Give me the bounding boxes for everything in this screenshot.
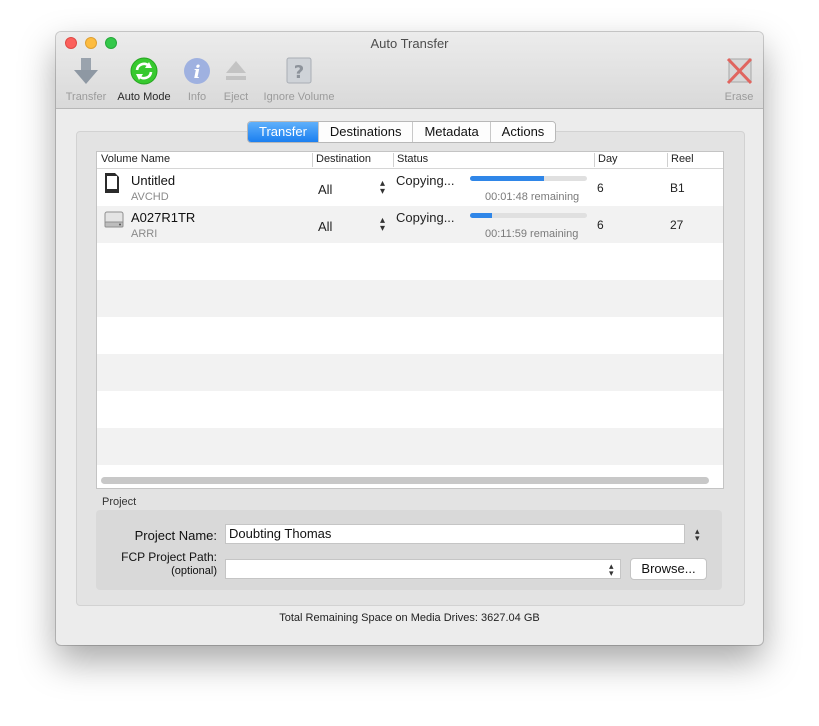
titlebar-toolbar: Auto Transfer Transfer Auto Mode i Info …	[56, 32, 763, 109]
destination-value[interactable]: All	[318, 182, 332, 197]
column-header-reel[interactable]: Reel	[671, 153, 694, 165]
column-header-volume-name[interactable]: Volume Name	[101, 153, 170, 165]
eject-button[interactable]: Eject	[220, 56, 252, 106]
erase-label: Erase	[724, 91, 754, 103]
info-label: Info	[187, 91, 207, 103]
time-remaining: 00:01:48 remaining	[485, 191, 580, 203]
fcp-path-optional-label: (optional)	[171, 565, 217, 577]
volume-name: A027R1TR	[131, 210, 196, 225]
transfer-label: Transfer	[65, 91, 107, 103]
refresh-icon	[128, 56, 160, 86]
tab-actions[interactable]: Actions	[490, 122, 556, 142]
empty-row	[97, 317, 723, 354]
day-value[interactable]: 6	[597, 218, 604, 232]
column-header-day[interactable]: Day	[598, 153, 618, 165]
ignore-volume-label: Ignore Volume	[263, 91, 335, 103]
reel-value[interactable]: 27	[670, 218, 683, 232]
progress-bar	[470, 176, 587, 181]
tab-destinations[interactable]: Destinations	[318, 122, 414, 142]
horizontal-scrollbar[interactable]	[101, 477, 709, 484]
hard-drive-icon	[103, 209, 124, 231]
browse-button[interactable]: Browse...	[630, 558, 707, 580]
status-text: Copying...	[396, 210, 455, 225]
reel-value[interactable]: B1	[670, 181, 685, 195]
auto-transfer-window: Auto Transfer Transfer Auto Mode i Info …	[56, 32, 763, 645]
column-divider[interactable]	[594, 153, 595, 167]
auto-mode-label: Auto Mode	[117, 91, 171, 103]
table-row[interactable]: Untitled AVCHD All ▴ ▾ Copying... 00:01:4…	[97, 169, 723, 206]
time-remaining: 00:11:59 remaining	[485, 228, 579, 240]
empty-row	[97, 391, 723, 428]
auto-mode-button[interactable]: Auto Mode	[113, 56, 175, 106]
project-name-field[interactable]: Doubting Thomas	[225, 524, 685, 544]
table-header: Volume Name Destination Status Day Reel	[97, 152, 723, 169]
volume-table[interactable]: Volume Name Destination Status Day Reel …	[96, 151, 724, 489]
eject-icon	[220, 56, 252, 86]
ignore-volume-button[interactable]: ? Ignore Volume	[259, 56, 339, 106]
info-button[interactable]: i Info	[180, 56, 214, 106]
remaining-space-status: Total Remaining Space on Media Drives: 3…	[279, 612, 540, 624]
svg-text:i: i	[194, 62, 201, 83]
fcp-path-label: FCP Project Path:	[121, 550, 217, 564]
empty-row	[97, 428, 723, 465]
project-box: Project Name: Doubting Thomas ▴ ▾ FCP Pro…	[96, 510, 722, 590]
down-arrow-icon	[70, 56, 102, 86]
status-text: Copying...	[396, 173, 455, 188]
destination-stepper-icon[interactable]: ▴ ▾	[380, 216, 385, 234]
destination-stepper-icon[interactable]: ▴ ▾	[380, 179, 385, 197]
volume-type: AVCHD	[131, 191, 169, 203]
svg-text:?: ?	[294, 62, 304, 83]
progress-bar	[470, 213, 587, 218]
eject-label: Eject	[223, 91, 249, 103]
empty-row	[97, 280, 723, 317]
fcp-path-field[interactable]	[225, 559, 621, 579]
sd-card-icon	[103, 172, 121, 194]
erase-x-icon	[723, 56, 755, 86]
project-name-stepper-icon[interactable]: ▴ ▾	[695, 527, 700, 543]
progress-fill	[470, 213, 493, 218]
column-divider[interactable]	[312, 153, 313, 167]
progress-fill	[470, 176, 544, 181]
day-value[interactable]: 6	[597, 181, 604, 195]
column-divider[interactable]	[393, 153, 394, 167]
fcp-path-stepper-icon[interactable]: ▴ ▾	[609, 562, 614, 578]
column-header-destination[interactable]: Destination	[316, 153, 371, 165]
transfer-button[interactable]: Transfer	[63, 56, 109, 106]
tab-metadata[interactable]: Metadata	[413, 122, 491, 142]
erase-button[interactable]: Erase	[721, 56, 757, 106]
project-section-label: Project	[102, 496, 137, 508]
tab-transfer[interactable]: Transfer	[248, 122, 319, 142]
empty-row	[97, 354, 723, 391]
destination-value[interactable]: All	[318, 219, 332, 234]
tab-bar: Transfer Destinations Metadata Actions	[247, 121, 557, 143]
project-name-label: Project Name:	[134, 528, 217, 543]
empty-row	[97, 243, 723, 280]
question-icon: ?	[283, 56, 315, 86]
window-title: Auto Transfer	[370, 36, 449, 51]
info-icon: i	[181, 56, 213, 86]
column-header-status[interactable]: Status	[397, 153, 428, 165]
volume-name: Untitled	[131, 173, 176, 188]
table-row[interactable]: A027R1TR ARRI All ▴ ▾ Copying... 00:11:59…	[97, 206, 723, 243]
column-divider[interactable]	[667, 153, 668, 167]
volume-type: ARRI	[131, 228, 158, 240]
